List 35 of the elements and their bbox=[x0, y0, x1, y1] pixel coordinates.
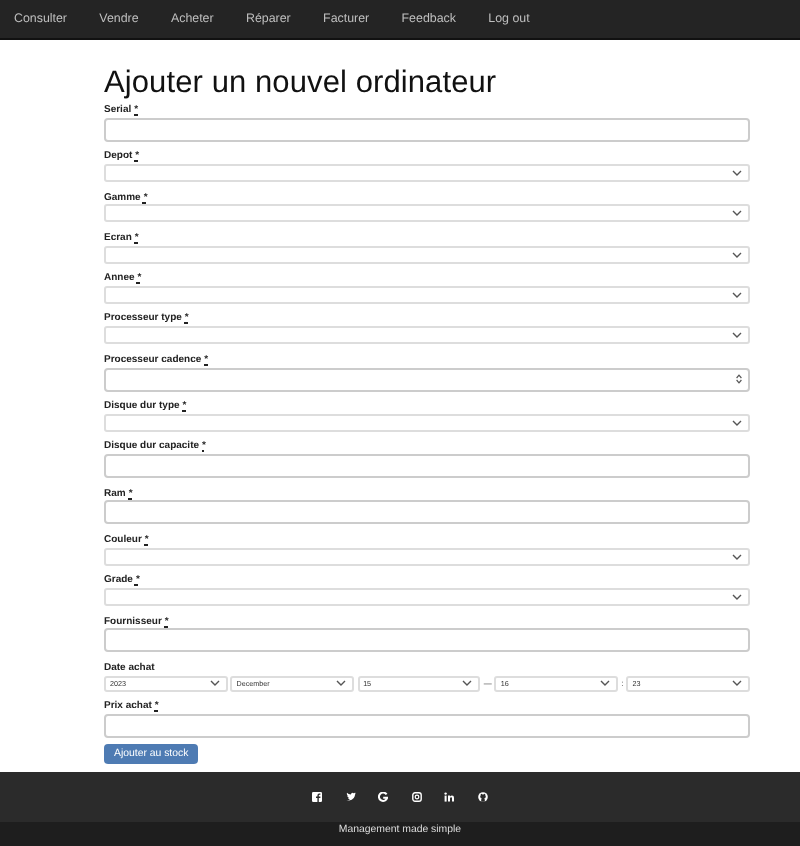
chevron-icon bbox=[462, 680, 473, 687]
github-icon bbox=[477, 792, 488, 802]
chevron-icon bbox=[209, 680, 220, 687]
bird-icon bbox=[345, 792, 356, 802]
chevron-icon bbox=[732, 594, 742, 601]
input-field[interactable] bbox=[104, 500, 750, 525]
select-field[interactable] bbox=[104, 326, 750, 345]
chevron-icon bbox=[600, 680, 611, 687]
linkedin-icon bbox=[444, 792, 455, 802]
chevron-icon bbox=[732, 210, 742, 217]
google-icon bbox=[378, 792, 389, 802]
input-field[interactable] bbox=[104, 713, 750, 738]
select-field[interactable] bbox=[104, 204, 750, 223]
chevron-icon bbox=[732, 553, 742, 560]
input-field[interactable] bbox=[104, 454, 750, 479]
camera-icon bbox=[411, 792, 422, 802]
select-field[interactable] bbox=[104, 413, 750, 432]
select-field[interactable] bbox=[104, 588, 750, 607]
chevron-icon bbox=[732, 680, 743, 687]
select-field[interactable] bbox=[104, 285, 750, 304]
spinner-icon bbox=[736, 374, 742, 385]
input-field[interactable] bbox=[104, 117, 750, 142]
select-field[interactable] bbox=[104, 164, 750, 183]
input-field[interactable] bbox=[104, 628, 750, 653]
number-field[interactable] bbox=[104, 367, 750, 392]
facebook-icon bbox=[312, 792, 323, 802]
chevron-icon bbox=[732, 332, 742, 339]
chevron-icon bbox=[732, 419, 742, 426]
select-field[interactable] bbox=[104, 547, 750, 566]
page-title: Ajouter un nouvel ordinateur bbox=[104, 66, 499, 102]
chevron-icon bbox=[336, 680, 347, 687]
select-field[interactable] bbox=[104, 245, 750, 264]
chevron-icon bbox=[732, 291, 742, 298]
chevron-icon bbox=[732, 170, 742, 177]
chevron-icon bbox=[732, 251, 742, 258]
